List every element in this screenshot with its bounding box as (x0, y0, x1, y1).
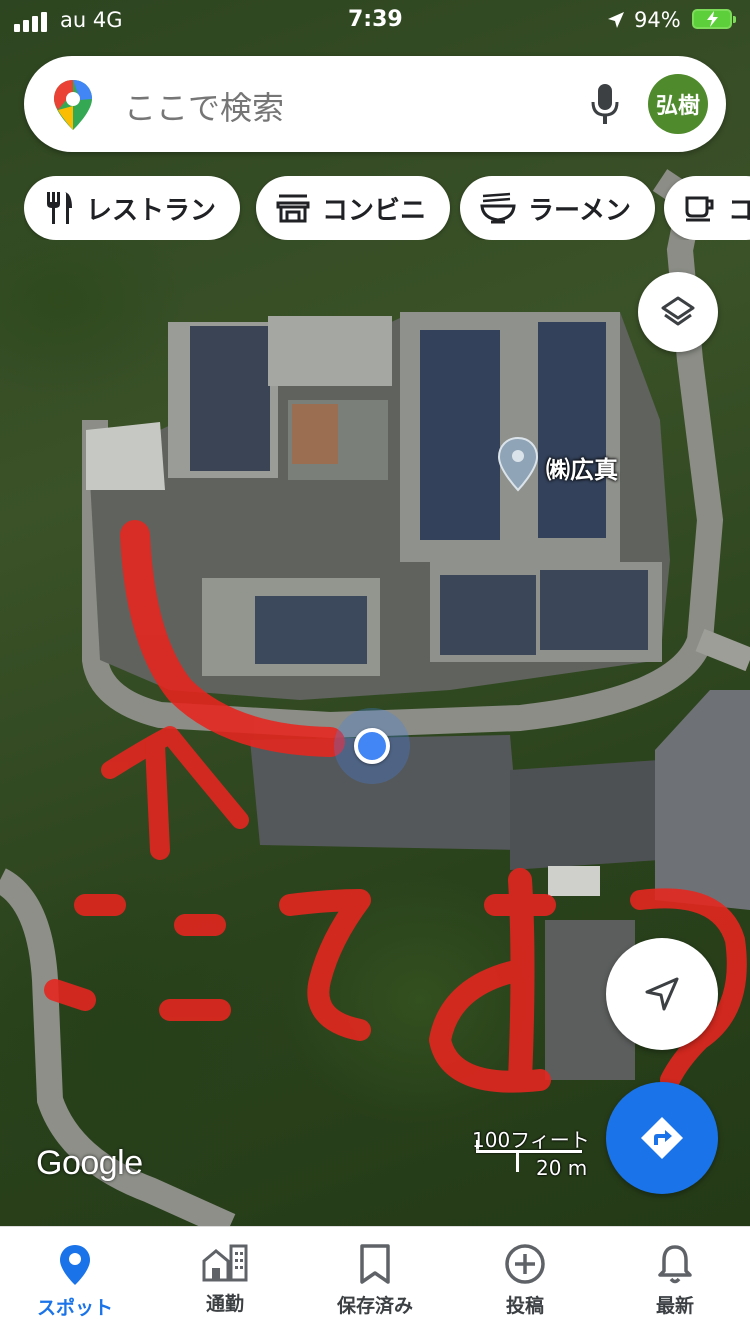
tab-saved[interactable]: 保存済み (300, 1227, 450, 1334)
tab-label: 投稿 (505, 1295, 544, 1317)
scale-meters: 20 m (536, 1156, 588, 1180)
google-logo: Google (36, 1144, 143, 1182)
signal-strength-icon (14, 12, 47, 32)
current-location-dot (354, 728, 390, 764)
tab-contribute[interactable]: 投稿 (450, 1227, 600, 1334)
status-bar: au 4G 7:39 94% (0, 0, 750, 40)
search-input[interactable]: ここで検索 (124, 83, 284, 129)
place-marker-icon[interactable] (497, 436, 539, 492)
tab-label: スポット (36, 1297, 113, 1319)
tab-updates[interactable]: 最新 (600, 1227, 750, 1334)
microphone-icon[interactable] (590, 82, 620, 126)
map-scale: 100フィート 20 m (470, 1124, 590, 1180)
coffee-icon (685, 196, 714, 222)
ramen-icon (480, 192, 516, 224)
bell-icon (658, 1245, 692, 1284)
battery-charging-icon (692, 9, 736, 29)
google-maps-logo-icon (54, 80, 92, 130)
directions-button[interactable] (606, 1082, 718, 1194)
chip-cafe[interactable]: コ (664, 176, 750, 240)
chip-ramen[interactable]: ラーメン (460, 176, 655, 240)
chip-label: コ (728, 195, 750, 226)
my-location-button[interactable] (606, 938, 718, 1050)
tab-label: 通勤 (205, 1293, 244, 1315)
status-time: 7:39 (348, 7, 403, 32)
tab-spot[interactable]: スポット (0, 1227, 150, 1334)
pin-icon (60, 1245, 90, 1285)
place-label[interactable]: ㈱広真 (546, 450, 618, 485)
tab-commute[interactable]: 通勤 (150, 1227, 300, 1334)
directions-icon (641, 1117, 683, 1159)
commute-icon (202, 1244, 248, 1282)
tab-label: 最新 (655, 1295, 694, 1317)
carrier-label: au 4G (60, 8, 123, 32)
plus-circle-icon (505, 1244, 545, 1284)
store-icon (276, 194, 310, 223)
battery-percentage: 94% (634, 8, 681, 32)
chip-restaurant[interactable]: レストラン (24, 176, 241, 240)
chip-label: ラーメン (528, 195, 631, 226)
chip-convenience-store[interactable]: コンビニ (256, 176, 451, 240)
chip-label: コンビニ (322, 195, 427, 226)
bookmark-icon (360, 1244, 390, 1284)
navigation-arrow-icon (645, 977, 679, 1011)
search-bar[interactable]: ここで検索 弘樹 (24, 56, 726, 152)
fork-knife-icon (47, 192, 72, 224)
chip-label: レストラン (86, 195, 217, 226)
account-avatar[interactable]: 弘樹 (648, 74, 708, 134)
location-arrow-icon (608, 12, 624, 28)
category-chips: レストラン コンビニ ラーメン コ (24, 176, 750, 240)
layers-icon (661, 296, 695, 326)
scale-feet: 100フィート (472, 1128, 590, 1152)
tab-label: 保存済み (336, 1295, 413, 1317)
bottom-navigation: スポット 通勤 保存済み 投稿 最新 (0, 1226, 750, 1334)
layers-button[interactable] (638, 272, 718, 352)
